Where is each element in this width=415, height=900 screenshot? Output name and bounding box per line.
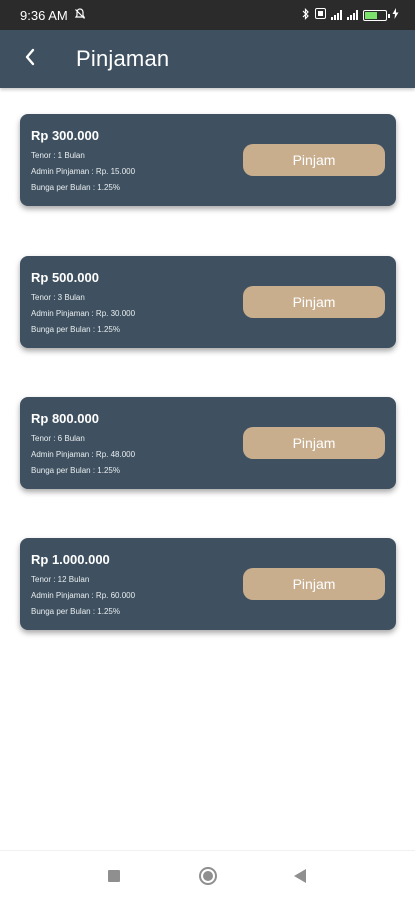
status-left: 9:36 AM <box>20 8 86 23</box>
loan-tenor: Tenor : 3 Bulan <box>31 293 85 302</box>
charging-icon <box>392 8 399 22</box>
pinjam-button[interactable]: Pinjam <box>243 286 385 318</box>
loan-admin-fee: Admin Pinjaman : Rp. 30.000 <box>31 309 136 318</box>
loan-admin-fee: Admin Pinjaman : Rp. 60.000 <box>31 591 136 600</box>
chevron-left-icon <box>24 48 36 71</box>
loan-tenor: Tenor : 6 Bulan <box>31 434 85 443</box>
battery-icon <box>363 9 390 21</box>
status-bar: 9:36 AM <box>0 0 415 30</box>
loan-interest: Bunga per Bulan : 1.25% <box>31 607 120 616</box>
notification-off-icon <box>74 7 86 23</box>
loan-amount: Rp 1.000.000 <box>31 552 110 567</box>
loan-interest: Bunga per Bulan : 1.25% <box>31 466 120 475</box>
loan-card: Rp 800.000 Tenor : 6 Bulan Admin Pinjama… <box>20 397 396 489</box>
signal-icon <box>331 10 342 20</box>
loan-interest: Bunga per Bulan : 1.25% <box>31 325 120 334</box>
page-title: Pinjaman <box>76 46 170 71</box>
home-icon[interactable] <box>199 867 217 885</box>
loan-card: Rp 1.000.000 Tenor : 12 Bulan Admin Pinj… <box>20 538 396 630</box>
loan-interest: Bunga per Bulan : 1.25% <box>31 183 120 192</box>
loan-card: Rp 500.000 Tenor : 3 Bulan Admin Pinjama… <box>20 256 396 348</box>
back-button[interactable] <box>6 30 54 88</box>
loan-amount: Rp 300.000 <box>31 128 99 143</box>
loan-amount: Rp 800.000 <box>31 411 99 426</box>
status-right <box>302 7 399 23</box>
navigation-bar <box>0 850 415 900</box>
bluetooth-icon <box>302 7 310 23</box>
volte-icon <box>315 8 326 22</box>
app-bar: Pinjaman <box>0 30 415 88</box>
status-time: 9:36 AM <box>20 7 68 23</box>
loan-card: Rp 300.000 Tenor : 1 Bulan Admin Pinjama… <box>20 114 396 206</box>
recent-apps-icon[interactable] <box>108 870 120 882</box>
signal-icon <box>347 10 358 20</box>
pinjam-button[interactable]: Pinjam <box>243 427 385 459</box>
loan-admin-fee: Admin Pinjaman : Rp. 15.000 <box>31 167 136 176</box>
back-icon[interactable] <box>294 869 306 883</box>
loan-tenor: Tenor : 12 Bulan <box>31 575 90 584</box>
loan-admin-fee: Admin Pinjaman : Rp. 48.000 <box>31 450 136 459</box>
loan-amount: Rp 500.000 <box>31 270 99 285</box>
loan-tenor: Tenor : 1 Bulan <box>31 151 85 160</box>
pinjam-button[interactable]: Pinjam <box>243 144 385 176</box>
pinjam-button[interactable]: Pinjam <box>243 568 385 600</box>
